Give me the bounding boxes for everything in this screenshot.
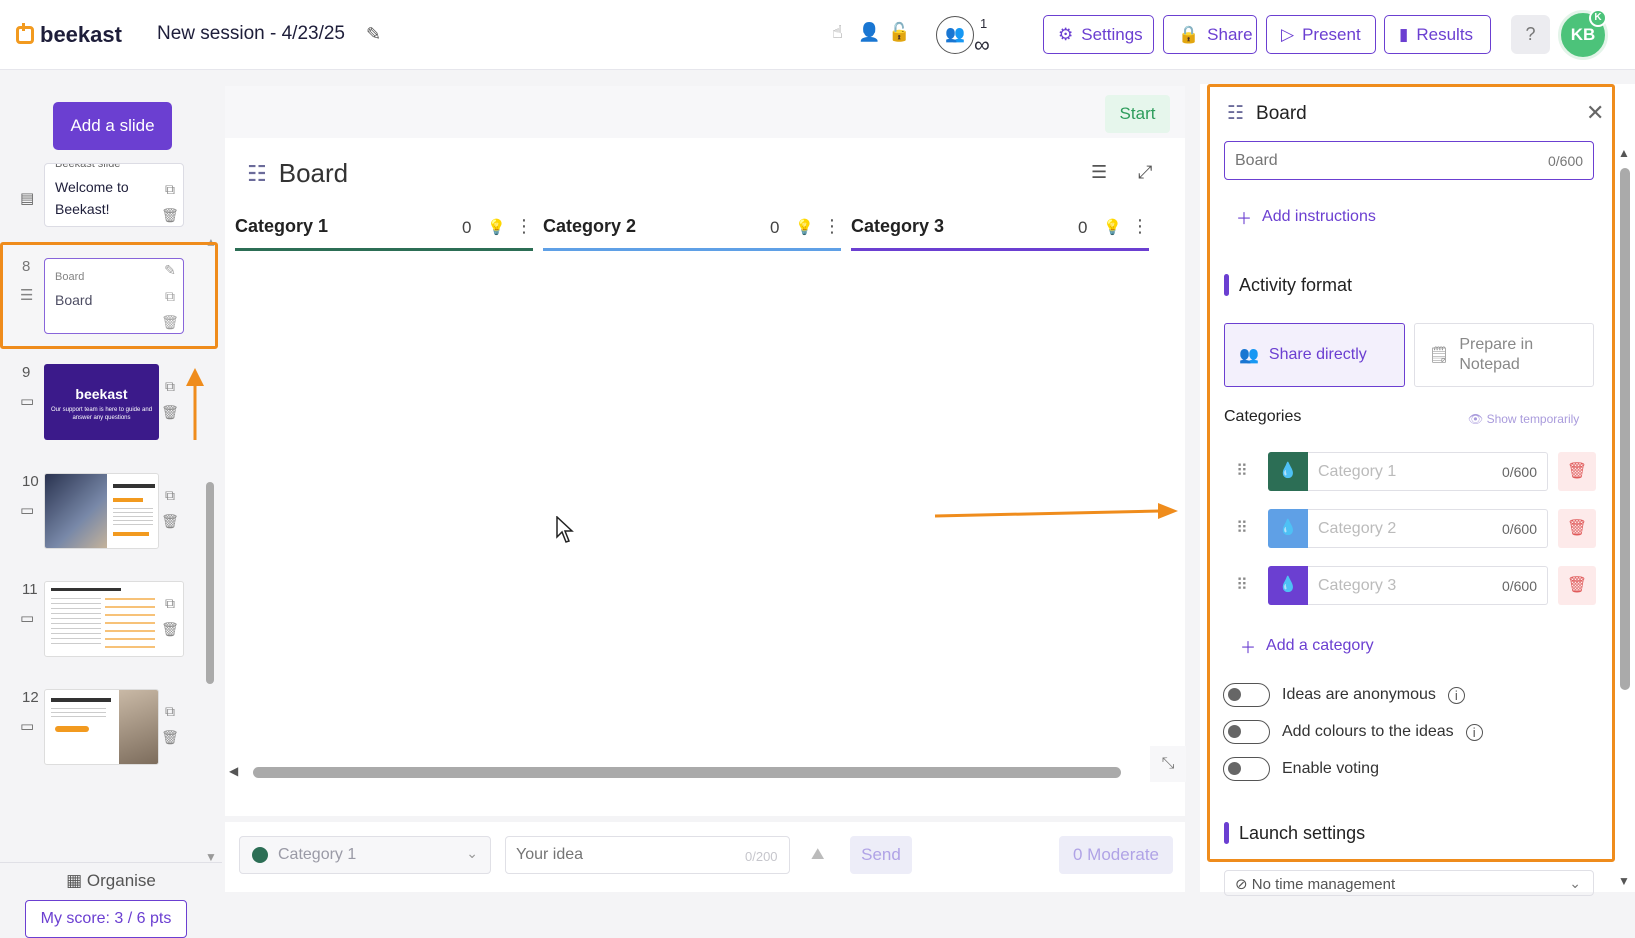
thumbnail-photo [119, 690, 158, 764]
scroll-up-arrow[interactable]: ▲ [1618, 146, 1630, 160]
slide-type-icon: ▭ [20, 718, 35, 735]
chevron-down-icon: ⌄ [1569, 875, 1581, 891]
category-select[interactable]: Category 1 ⌄ [239, 836, 491, 874]
play-icon: ▷ [1281, 24, 1295, 44]
image-icon[interactable]: ⛰ [811, 846, 824, 864]
send-button[interactable]: Send [850, 836, 912, 874]
column-underline [543, 248, 841, 251]
thumbnail-caption: Our support team is here to guide and an… [50, 407, 153, 421]
scroll-left-arrow[interactable]: ◀ [229, 764, 238, 778]
logo-icon [16, 23, 34, 44]
lightbulb-icon: 💡 [1103, 219, 1122, 236]
list-view-icon[interactable]: ☰ [1091, 162, 1107, 183]
trash-icon[interactable]: 🗑 [160, 513, 180, 539]
participants-counter[interactable]: 👥 1 ∞ [936, 16, 1004, 57]
hand-icon[interactable]: ☝ [832, 22, 843, 43]
duplicate-icon[interactable]: ⧉ [160, 595, 180, 621]
trash-icon[interactable]: 🗑 [160, 729, 180, 755]
duplicate-icon[interactable]: ⧉ [160, 181, 180, 207]
time-management-select[interactable]: ⊘ No time management ⌄ [1224, 870, 1594, 896]
lock-icon[interactable]: 🔓 [888, 22, 910, 43]
slide-type-icon: ▭ [20, 393, 35, 410]
thumbnail-photo [45, 474, 107, 548]
bar-chart-icon: ▮ [1399, 24, 1409, 44]
beekast-logo: beekast [75, 386, 128, 402]
pencil-icon[interactable]: ✎ [366, 24, 386, 44]
horizontal-scrollbar[interactable] [253, 767, 1121, 778]
idea-input-bar: Category 1 ⌄ 0/200 ⛰ Send 0 Moderate [225, 822, 1185, 892]
top-bar: beekast New session - 4/23/25 ✎ ☝ 👤 🔓 👥 … [0, 0, 1635, 70]
lightbulb-icon: 💡 [487, 219, 506, 236]
board-canvas: Start ☷ Board ☰ ⤢ Category 1 0 💡 ⋮ Categ… [225, 86, 1186, 816]
slide-thumbnail[interactable] [44, 473, 159, 549]
avatar[interactable]: KB K [1558, 9, 1608, 60]
idea-counter: 0/200 [745, 849, 778, 864]
beekast-logo[interactable]: beekast [16, 22, 122, 48]
column-underline [851, 248, 1149, 251]
mouse-cursor [556, 516, 574, 543]
slide-type-icon: ▭ [20, 502, 35, 519]
help-button[interactable]: ? [1511, 15, 1550, 54]
board-column: Category 1 0 💡 ⋮ [235, 216, 533, 252]
slide-sidebar: Add a slide ▤ Beekast slide Welcome to B… [0, 70, 222, 938]
avatar-badge: K [1589, 9, 1607, 27]
expand-icon[interactable]: ⤢ [1138, 162, 1152, 183]
trash-icon[interactable]: 🗑 [160, 621, 180, 647]
lightbulb-icon: 💡 [795, 219, 814, 236]
board-column: Category 2 0 💡 ⋮ [543, 216, 841, 252]
selected-slide-annotation [0, 242, 218, 349]
slide-thumbnail[interactable]: beekast Our support team is here to guid… [44, 364, 159, 440]
board-icon: ☷ [247, 160, 267, 186]
add-slide-button[interactable]: Add a slide [53, 102, 172, 150]
results-button[interactable]: ▮ Results [1384, 15, 1491, 54]
user-icon[interactable]: 👤 [858, 22, 880, 43]
scroll-down-arrow[interactable]: ▼ [1618, 874, 1630, 888]
participants-count: 1 [980, 16, 988, 31]
collapse-icon[interactable]: ⤡ [1150, 746, 1186, 782]
clock-icon: ⊘ [1235, 876, 1248, 893]
participants-limit: ∞ [974, 32, 990, 57]
slide-thumbnail[interactable] [44, 689, 159, 765]
present-button[interactable]: ▷ Present [1266, 15, 1376, 54]
duplicate-icon[interactable]: ⧉ [160, 703, 180, 729]
gear-icon: ⚙ [1058, 24, 1074, 44]
lock-icon: 🔒 [1178, 24, 1200, 44]
category-color-dot [252, 847, 268, 863]
session-title[interactable]: New session - 4/23/25 [157, 23, 345, 45]
board-column: Category 3 0 💡 ⋮ [851, 216, 1149, 252]
duplicate-icon[interactable]: ⧉ [160, 487, 180, 513]
sidebar-scrollbar[interactable] [206, 482, 214, 684]
panel-scrollbar[interactable] [1620, 168, 1630, 690]
more-options-icon[interactable]: ⋮ [515, 216, 533, 237]
more-options-icon[interactable]: ⋮ [1131, 216, 1149, 237]
grid-icon: ▦ [66, 871, 83, 890]
start-button[interactable]: Start [1105, 95, 1170, 133]
trash-icon[interactable]: 🗑 [160, 404, 180, 430]
chevron-down-icon: ⌄ [466, 845, 478, 861]
participants-icon: 👥 [936, 16, 974, 54]
panel-annotation [1207, 84, 1615, 862]
organise-button[interactable]: ▦ Organise [0, 862, 222, 898]
duplicate-icon[interactable]: ⧉ [160, 378, 180, 404]
slide-type-icon: ▭ [20, 610, 35, 627]
column-underline [235, 248, 533, 251]
settings-button[interactable]: ⚙ Settings [1043, 15, 1154, 54]
slide-type-icon: ▤ [20, 190, 35, 207]
more-options-icon[interactable]: ⋮ [823, 216, 841, 237]
board-title: ☷ Board [247, 158, 349, 188]
share-button[interactable]: 🔒 Share [1163, 15, 1257, 54]
moderate-button[interactable]: 0 Moderate [1059, 836, 1173, 874]
score-button[interactable]: My score: 3 / 6 pts [25, 900, 187, 938]
trash-icon[interactable]: 🗑 [160, 207, 180, 233]
